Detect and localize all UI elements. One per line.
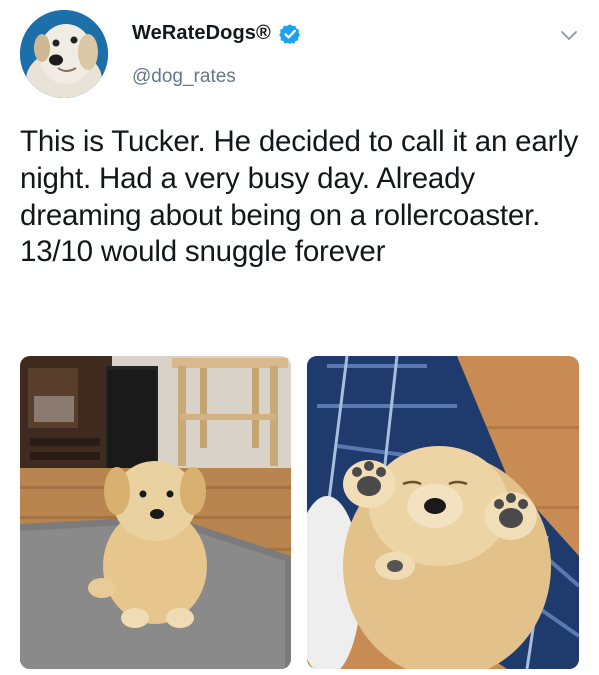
tweet-card[interactable]: WeRateDogs® @dog_rates This is Tucker. H… <box>0 0 599 675</box>
puppy-sleeping-on-back-photo[interactable] <box>307 356 579 669</box>
display-name[interactable]: WeRateDogs® <box>132 22 271 45</box>
account-handle[interactable]: @dog_rates <box>132 66 236 88</box>
chevron-down-icon[interactable] <box>558 24 580 46</box>
tweet-text: This is Tucker. He decided to call it an… <box>20 125 579 269</box>
verified-badge-icon <box>279 23 301 45</box>
account-name-row: WeRateDogs® <box>132 22 301 45</box>
avatar[interactable] <box>20 10 108 98</box>
puppy-sitting-on-rug-photo[interactable] <box>20 356 291 669</box>
